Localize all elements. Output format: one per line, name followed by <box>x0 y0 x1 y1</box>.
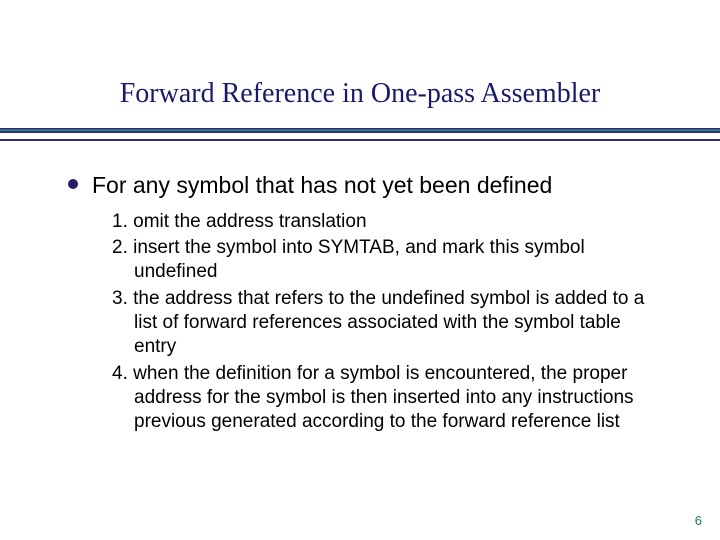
list-item: 4. when the definition for a symbol is e… <box>112 362 652 435</box>
content-area: For any symbol that has not yet been def… <box>0 141 720 435</box>
divider-rule <box>0 128 720 133</box>
bullet-level1: For any symbol that has not yet been def… <box>68 171 652 200</box>
bullet-icon <box>68 179 78 189</box>
slide: Forward Reference in One-pass Assembler … <box>0 0 720 540</box>
slide-title: Forward Reference in One-pass Assembler <box>0 0 720 128</box>
nested-list: 1. omit the address translation 2. inser… <box>112 210 652 435</box>
list-item: 1. omit the address translation <box>112 210 652 234</box>
page-number: 6 <box>695 513 702 528</box>
list-item: 2. insert the symbol into SYMTAB, and ma… <box>112 236 652 285</box>
list-item: 3. the address that refers to the undefi… <box>112 287 652 360</box>
bullet-level1-text: For any symbol that has not yet been def… <box>92 171 552 200</box>
